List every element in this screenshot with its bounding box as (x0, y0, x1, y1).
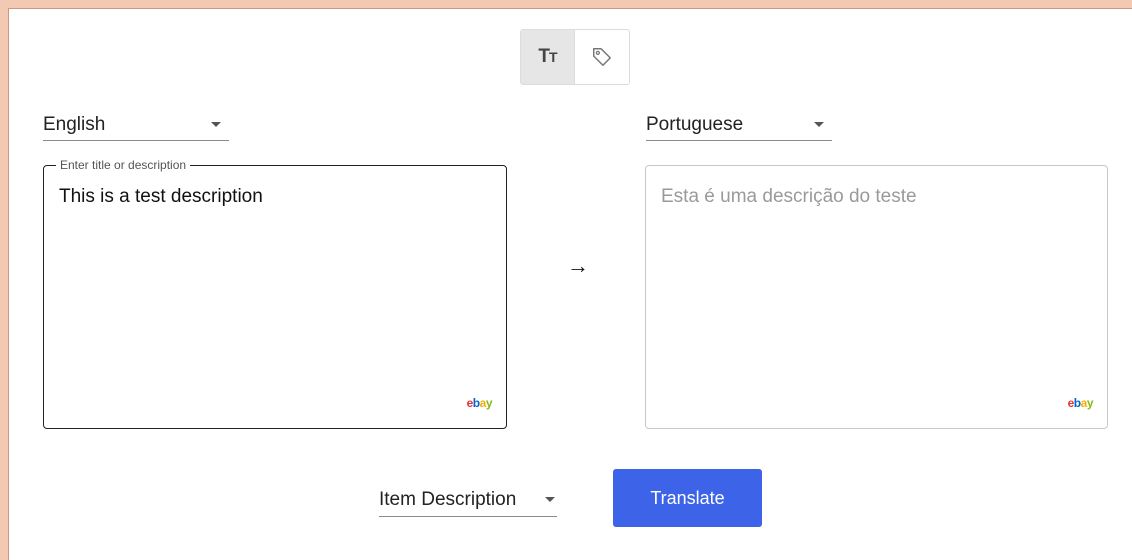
translate-button[interactable]: Translate (613, 469, 762, 527)
chevron-down-icon (545, 497, 555, 502)
target-language-value: Portuguese (646, 113, 744, 135)
text-size-icon: TT (538, 46, 557, 67)
arrow-right-icon: → (567, 253, 589, 278)
mode-toggle: TT (520, 29, 630, 85)
translated-text: Esta é uma descrição do teste (661, 186, 917, 207)
chevron-down-icon (814, 122, 824, 127)
tag-mode-button[interactable] (575, 30, 629, 84)
target-language-select[interactable]: Portuguese (646, 109, 832, 141)
translated-text-field[interactable]: Esta é uma descrição do teste ebay (645, 165, 1108, 429)
source-field-label: Enter title or description (56, 158, 191, 172)
chevron-down-icon (211, 122, 221, 127)
tag-icon (593, 48, 611, 66)
source-text[interactable]: This is a test description (59, 186, 263, 208)
source-language-value: English (43, 113, 106, 135)
source-language-select[interactable]: English (43, 109, 229, 141)
ebay-logo: ebay (466, 396, 493, 410)
content-type-value: Item Description (379, 488, 517, 510)
source-text-field[interactable]: Enter title or description This is a tes… (43, 158, 507, 429)
text-mode-button[interactable]: TT (521, 30, 576, 84)
ebay-logo: ebay (1067, 396, 1094, 410)
content-type-select[interactable]: Item Description (379, 483, 557, 517)
translator-panel: TT English Portuguese Enter title or des… (8, 8, 1132, 560)
